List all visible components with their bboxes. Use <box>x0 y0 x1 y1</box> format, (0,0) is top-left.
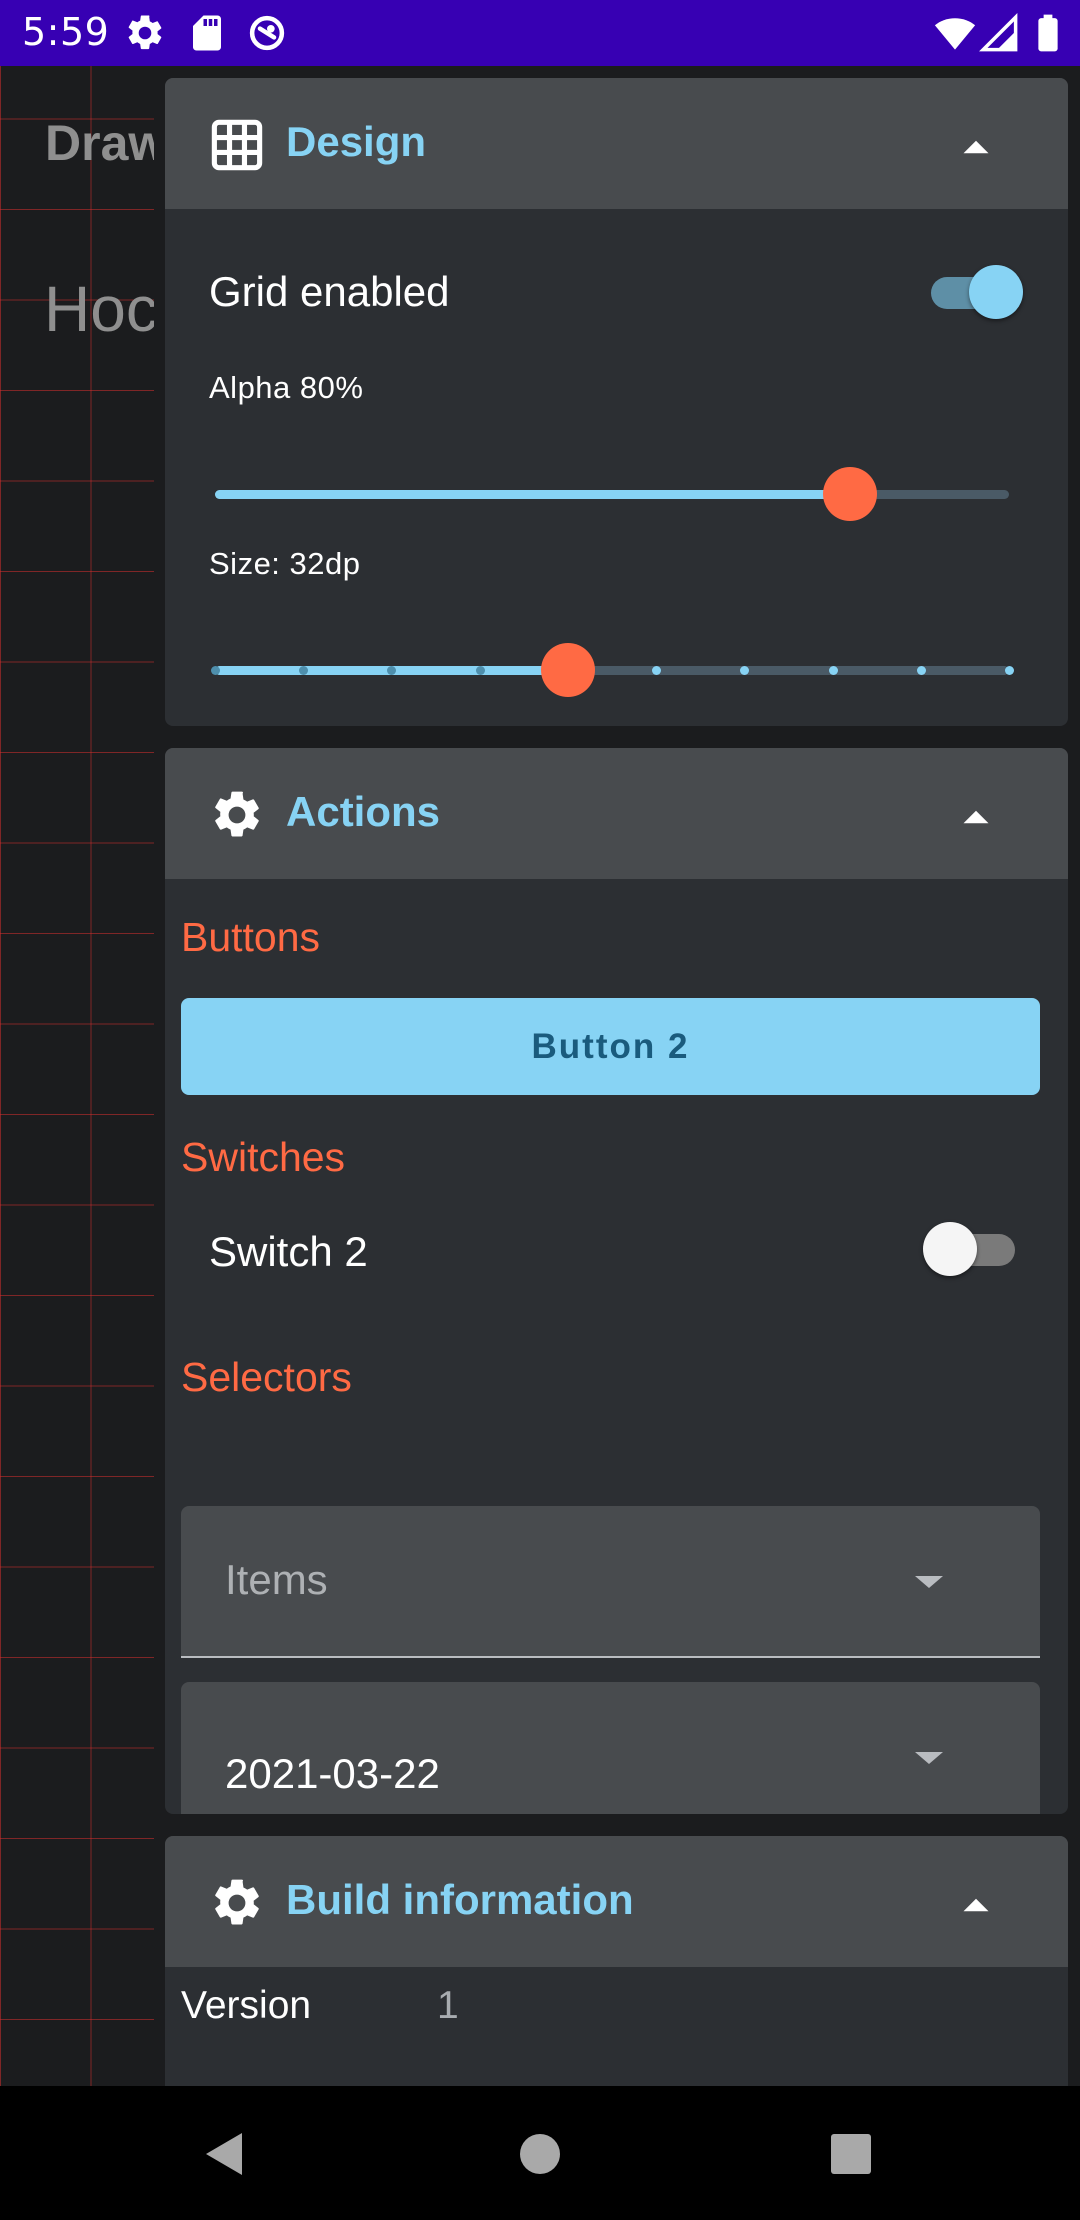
alpha-label: Alpha 80% <box>209 370 364 405</box>
build-info-panel: Build information Version 1 <box>165 1836 1068 2086</box>
status-bar: 5:59 <box>0 0 1080 66</box>
switch-2-toggle[interactable] <box>923 1218 1023 1278</box>
grid-enabled-switch[interactable] <box>923 261 1023 321</box>
chevron-up-icon[interactable] <box>961 802 991 832</box>
size-label: Size: 32dp <box>209 546 361 581</box>
items-select-value: Items <box>225 1556 328 1603</box>
selectors-section-label: Selectors <box>181 1354 352 1400</box>
size-slider[interactable] <box>211 636 1014 706</box>
version-label: Version <box>181 1984 312 2027</box>
build-info-panel-header[interactable]: Build information <box>165 1836 1068 1967</box>
switch-thumb <box>969 265 1023 319</box>
gear-icon <box>128 15 162 50</box>
navigation-bar <box>0 2086 1080 2220</box>
date-select[interactable]: 2021-03-22 <box>181 1682 1040 1814</box>
dropdown-arrow-icon <box>915 1576 943 1588</box>
switches-section-label: Switches <box>181 1134 346 1180</box>
version-value: 1 <box>437 1984 459 2027</box>
signal-icon <box>979 13 1018 52</box>
dropdown-arrow-icon <box>915 1752 943 1764</box>
sync-icon <box>249 15 285 51</box>
wifi-icon <box>934 18 976 50</box>
slider-tick <box>1005 666 1014 675</box>
recents-icon[interactable] <box>816 2119 886 2189</box>
design-panel-header[interactable]: Design <box>165 78 1068 209</box>
switch-thumb <box>923 1222 977 1276</box>
sd-card-icon <box>193 15 221 51</box>
buttons-section-label: Buttons <box>181 914 321 960</box>
slider-thumb[interactable] <box>540 643 595 697</box>
gear-icon <box>215 1879 259 1925</box>
design-panel-title: Design <box>286 118 427 165</box>
grid-icon <box>211 119 263 171</box>
date-select-value: 2021-03-22 <box>225 1750 440 1797</box>
slider-fill <box>215 490 851 499</box>
design-panel: Design Grid enabled Alpha 80% Size: 32dp <box>165 78 1068 726</box>
slider-tick <box>828 666 838 675</box>
gear-icon <box>215 791 259 837</box>
background-title: Draw <box>45 115 168 171</box>
settings-drawer: Design Grid enabled Alpha 80% Size: 32dp <box>154 66 1080 2086</box>
actions-panel-header[interactable]: Actions <box>165 748 1068 879</box>
chevron-up-icon[interactable] <box>961 1890 991 1920</box>
actions-panel-title: Actions <box>286 788 441 835</box>
home-icon[interactable] <box>505 2119 575 2189</box>
background-subtitle: Hoc <box>44 273 158 345</box>
slider-thumb[interactable] <box>823 467 878 521</box>
slider-tick <box>475 666 485 675</box>
build-info-panel-title: Build information <box>286 1876 634 1923</box>
button-2[interactable]: Button 2 <box>181 998 1040 1095</box>
chevron-up-icon[interactable] <box>961 132 991 162</box>
items-select[interactable]: Items <box>181 1506 1040 1658</box>
back-icon[interactable] <box>192 2119 262 2189</box>
actions-panel: Actions Buttons Button 2 Switches Switch… <box>165 748 1068 1814</box>
slider-tick <box>916 666 926 675</box>
alpha-slider[interactable] <box>215 460 1009 530</box>
battery-icon <box>1038 14 1058 52</box>
status-time: 5:59 <box>22 10 110 54</box>
grid-enabled-label: Grid enabled <box>209 268 450 315</box>
slider-tick <box>211 666 220 675</box>
switch-2-label: Switch 2 <box>209 1228 368 1275</box>
